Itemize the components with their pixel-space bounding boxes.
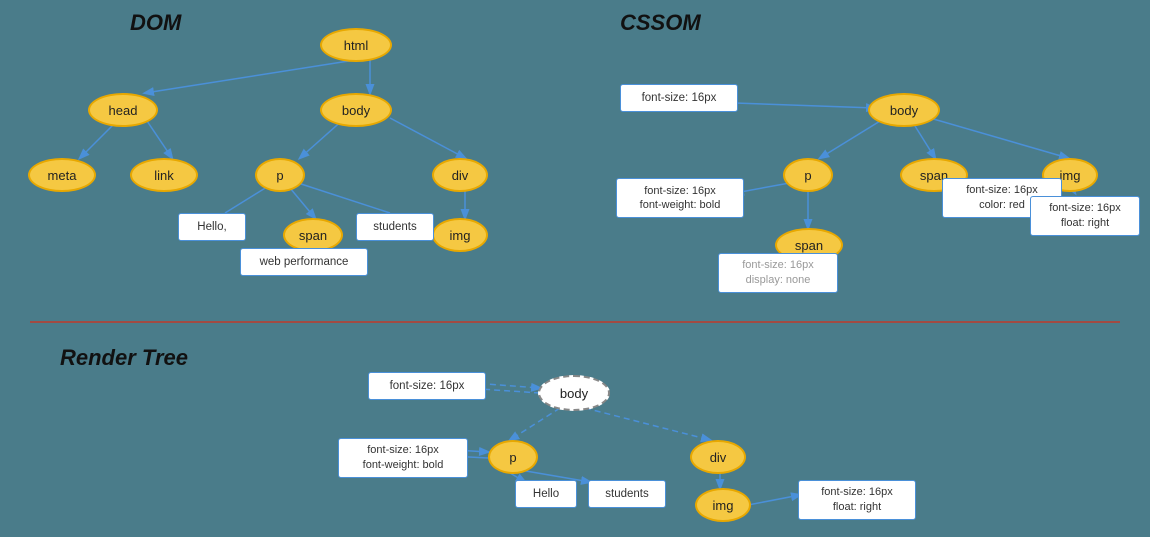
dom-label: DOM [130,10,181,36]
cssom-fontsize-span2-rect: font-size: 16pxdisplay: none [718,253,838,293]
cssom-body-node: body [868,93,940,127]
render-fontsize2-rect: font-size: 16pxfont-weight: bold [338,438,468,478]
dom-body-node: body [320,93,392,127]
render-p-node: p [488,440,538,474]
dom-head-node: head [88,93,158,127]
dom-hello-rect: Hello, [178,213,246,241]
dom-students-rect: students [356,213,434,241]
dom-p-node: p [255,158,305,192]
render-fontsize1-rect: font-size: 16px [368,372,486,400]
render-body-node: body [538,375,610,411]
render-fontsize3-rect: font-size: 16pxfloat: right [798,480,916,520]
cssom-label: CSSOM [620,10,701,36]
dom-meta-node: meta [28,158,96,192]
render-students-rect: students [588,480,666,508]
render-img-node: img [695,488,751,522]
dom-img-node: img [432,218,488,252]
dom-html-node: html [320,28,392,62]
dom-webperf-rect: web performance [240,248,368,276]
cssom-fontsize-body-rect: font-size: 16px [620,84,738,112]
cssom-fontsize-p-rect: font-size: 16pxfont-weight: bold [616,178,744,218]
diagram-container: DOM CSSOM Render Tree html head body met… [0,0,1150,537]
dom-div-node: div [432,158,488,192]
dom-span-node: span [283,218,343,252]
dom-link-node: link [130,158,198,192]
lines-svg [0,0,1150,537]
cssom-p-node: p [783,158,833,192]
cssom-fontsize-img-rect: font-size: 16pxfloat: right [1030,196,1140,236]
render-hello-rect: Hello [515,480,577,508]
render-div-node: div [690,440,746,474]
render-label: Render Tree [60,345,188,371]
